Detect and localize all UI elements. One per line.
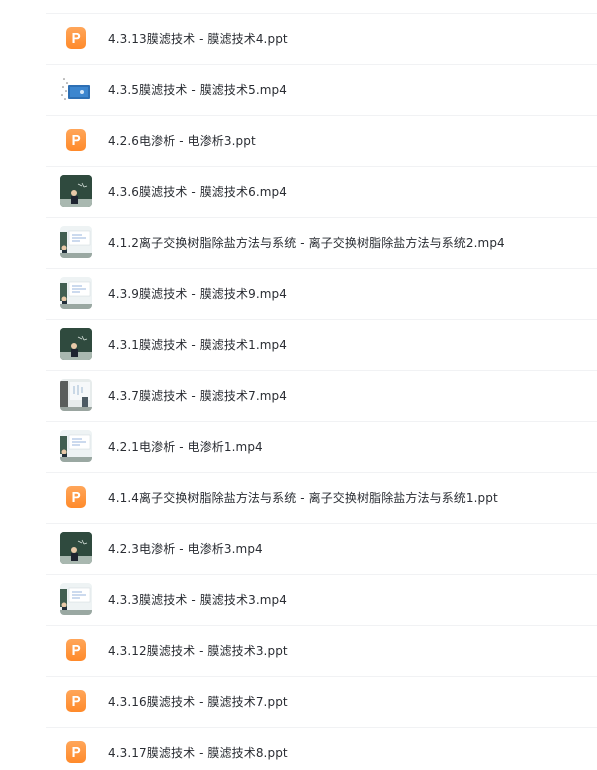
file-name: 4.1.4离子交换树脂除盐方法与系统 - 离子交换树脂除盐方法与系统1.ppt: [108, 491, 498, 505]
file-list-item[interactable]: 4.3.6膜滤技术 - 膜滤技术6.mp4: [46, 166, 597, 217]
file-list-item[interactable]: 4.2.3电渗析 - 电渗析3.mp4: [46, 523, 597, 574]
file-name: 4.3.1膜滤技术 - 膜滤技术1.mp4: [108, 338, 287, 352]
video-thumbnail-icon: [60, 430, 92, 462]
ppt-file-icon: [66, 690, 86, 712]
video-thumbnail-icon: [60, 277, 92, 309]
file-list-item[interactable]: 4.3.5膜滤技术 - 膜滤技术5.mp4: [46, 64, 597, 115]
file-name: 4.3.13膜滤技术 - 膜滤技术4.ppt: [108, 32, 288, 46]
file-name: 4.3.16膜滤技术 - 膜滤技术7.ppt: [108, 695, 288, 709]
file-name: 4.3.6膜滤技术 - 膜滤技术6.mp4: [108, 185, 287, 199]
video-thumbnail-icon: [60, 532, 92, 564]
file-name: 4.3.9膜滤技术 - 膜滤技术9.mp4: [108, 287, 287, 301]
file-list-item[interactable]: 4.3.9膜滤技术 - 膜滤技术9.mp4: [46, 268, 597, 319]
file-name: 4.2.3电渗析 - 电渗析3.mp4: [108, 542, 263, 556]
video-thumbnail-icon: [60, 379, 92, 411]
file-list-item[interactable]: 4.1.2离子交换树脂除盐方法与系统 - 离子交换树脂除盐方法与系统2.mp4: [46, 217, 597, 268]
file-list-item[interactable]: 4.3.13膜滤技术 - 膜滤技术4.ppt: [46, 13, 597, 64]
ppt-file-icon: [66, 741, 86, 763]
file-list: 4.3.13膜滤技术 - 膜滤技术4.ppt 4.3.5膜滤技术 - 膜滤技术5.…: [0, 0, 597, 770]
file-list-item[interactable]: 4.2.1电渗析 - 电渗析1.mp4: [46, 421, 597, 472]
ppt-file-icon: [66, 129, 86, 151]
video-thumbnail-icon: [60, 73, 92, 105]
ppt-file-icon: [66, 27, 86, 49]
ppt-file-icon: [66, 639, 86, 661]
file-list-item[interactable]: 4.3.3膜滤技术 - 膜滤技术3.mp4: [46, 574, 597, 625]
video-thumbnail-icon: [60, 583, 92, 615]
file-list-item[interactable]: 4.2.6电渗析 - 电渗析3.ppt: [46, 115, 597, 166]
file-list-item[interactable]: 4.3.17膜滤技术 - 膜滤技术8.ppt: [46, 727, 597, 770]
file-name: 4.3.12膜滤技术 - 膜滤技术3.ppt: [108, 644, 288, 658]
file-list-item[interactable]: 4.3.12膜滤技术 - 膜滤技术3.ppt: [46, 625, 597, 676]
file-name: 4.3.17膜滤技术 - 膜滤技术8.ppt: [108, 746, 288, 760]
file-name: 4.3.7膜滤技术 - 膜滤技术7.mp4: [108, 389, 287, 403]
file-list-item[interactable]: 4.3.1膜滤技术 - 膜滤技术1.mp4: [46, 319, 597, 370]
video-thumbnail-icon: [60, 226, 92, 258]
video-thumbnail-icon: [60, 175, 92, 207]
ppt-file-icon: [66, 486, 86, 508]
file-name: 4.3.5膜滤技术 - 膜滤技术5.mp4: [108, 83, 287, 97]
file-name: 4.3.3膜滤技术 - 膜滤技术3.mp4: [108, 593, 287, 607]
file-list-item[interactable]: 4.3.16膜滤技术 - 膜滤技术7.ppt: [46, 676, 597, 727]
file-name: 4.2.6电渗析 - 电渗析3.ppt: [108, 134, 256, 148]
file-list-item[interactable]: 4.1.4离子交换树脂除盐方法与系统 - 离子交换树脂除盐方法与系统1.ppt: [46, 472, 597, 523]
video-thumbnail-icon: [60, 328, 92, 360]
file-name: 4.2.1电渗析 - 电渗析1.mp4: [108, 440, 263, 454]
file-name: 4.1.2离子交换树脂除盐方法与系统 - 离子交换树脂除盐方法与系统2.mp4: [108, 236, 505, 250]
file-list-item[interactable]: 4.3.7膜滤技术 - 膜滤技术7.mp4: [46, 370, 597, 421]
